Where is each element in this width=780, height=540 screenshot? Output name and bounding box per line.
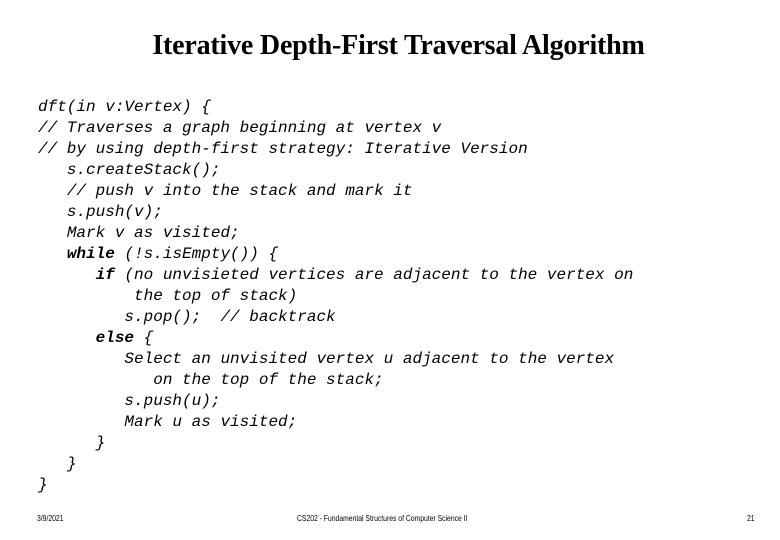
- code-line: s.createStack();: [38, 160, 633, 181]
- code-line: if (no unvisieted vertices are adjacent …: [38, 265, 634, 286]
- code-text: s.createStack();: [66, 161, 221, 179]
- code-line: }: [38, 475, 633, 496]
- slide-title: Iterative Depth-First Traversal Algorith…: [152, 30, 645, 61]
- code-text: Select an unvisited vertex u adjacent to…: [124, 350, 615, 368]
- pseudocode-block: dft(in v:Vertex) { // Traverses a graph b…: [38, 97, 633, 496]
- code-line: // Traverses a graph beginning at vertex…: [38, 118, 633, 139]
- code-text: s.push(u);: [124, 392, 221, 410]
- code-text: Mark v as visited;: [66, 224, 240, 242]
- code-line: else {: [38, 328, 633, 349]
- code-text: (!s.isEmpty()) {: [114, 245, 279, 263]
- footer-course-title: CS202 - Fundamental Structures of Comput…: [297, 514, 468, 523]
- footer-page-number: 21: [747, 514, 755, 523]
- code-text: }: [66, 455, 77, 473]
- code-text: // by using depth-first strategy: Iterat…: [38, 140, 528, 158]
- code-line: Mark u as visited;: [38, 412, 633, 433]
- code-text: s.push(v);: [66, 203, 163, 221]
- code-text: Mark u as visited;: [124, 413, 298, 431]
- code-line: // push v into the stack and mark it: [38, 181, 633, 202]
- code-text: {: [134, 329, 154, 347]
- code-line: the top of stack): [38, 286, 633, 307]
- code-line: }: [38, 454, 633, 475]
- code-text: dft(in v:Vertex) {: [38, 98, 211, 116]
- code-line: s.pop(); // backtrack: [38, 307, 633, 328]
- code-line: s.push(u);: [38, 391, 633, 412]
- footer-date: 3/9/2021: [37, 514, 64, 523]
- code-text: the top of stack): [134, 287, 298, 305]
- code-line: while (!s.isEmpty()) {: [38, 244, 633, 265]
- code-text: }: [95, 434, 106, 452]
- code-line: // by using depth-first strategy: Iterat…: [38, 139, 633, 160]
- code-line: dft(in v:Vertex) {: [38, 97, 633, 118]
- code-keyword: else: [95, 329, 135, 347]
- code-line: Select an unvisited vertex u adjacent to…: [38, 349, 633, 370]
- code-text: // push v into the stack and mark it: [66, 182, 413, 200]
- code-line: }: [38, 433, 633, 454]
- code-line: s.push(v);: [38, 202, 633, 223]
- code-line: Mark v as visited;: [38, 223, 633, 244]
- code-text: (no unvisieted vertices are adjacent to …: [114, 266, 634, 284]
- code-line: on the top of the stack;: [38, 370, 633, 391]
- code-text: // Traverses a graph beginning at vertex…: [38, 119, 442, 137]
- code-text: }: [38, 476, 48, 494]
- code-keyword: while: [66, 245, 115, 263]
- code-keyword: if: [95, 266, 115, 284]
- code-text: on the top of the stack;: [153, 371, 384, 389]
- code-text: s.pop(); // backtrack: [124, 308, 336, 326]
